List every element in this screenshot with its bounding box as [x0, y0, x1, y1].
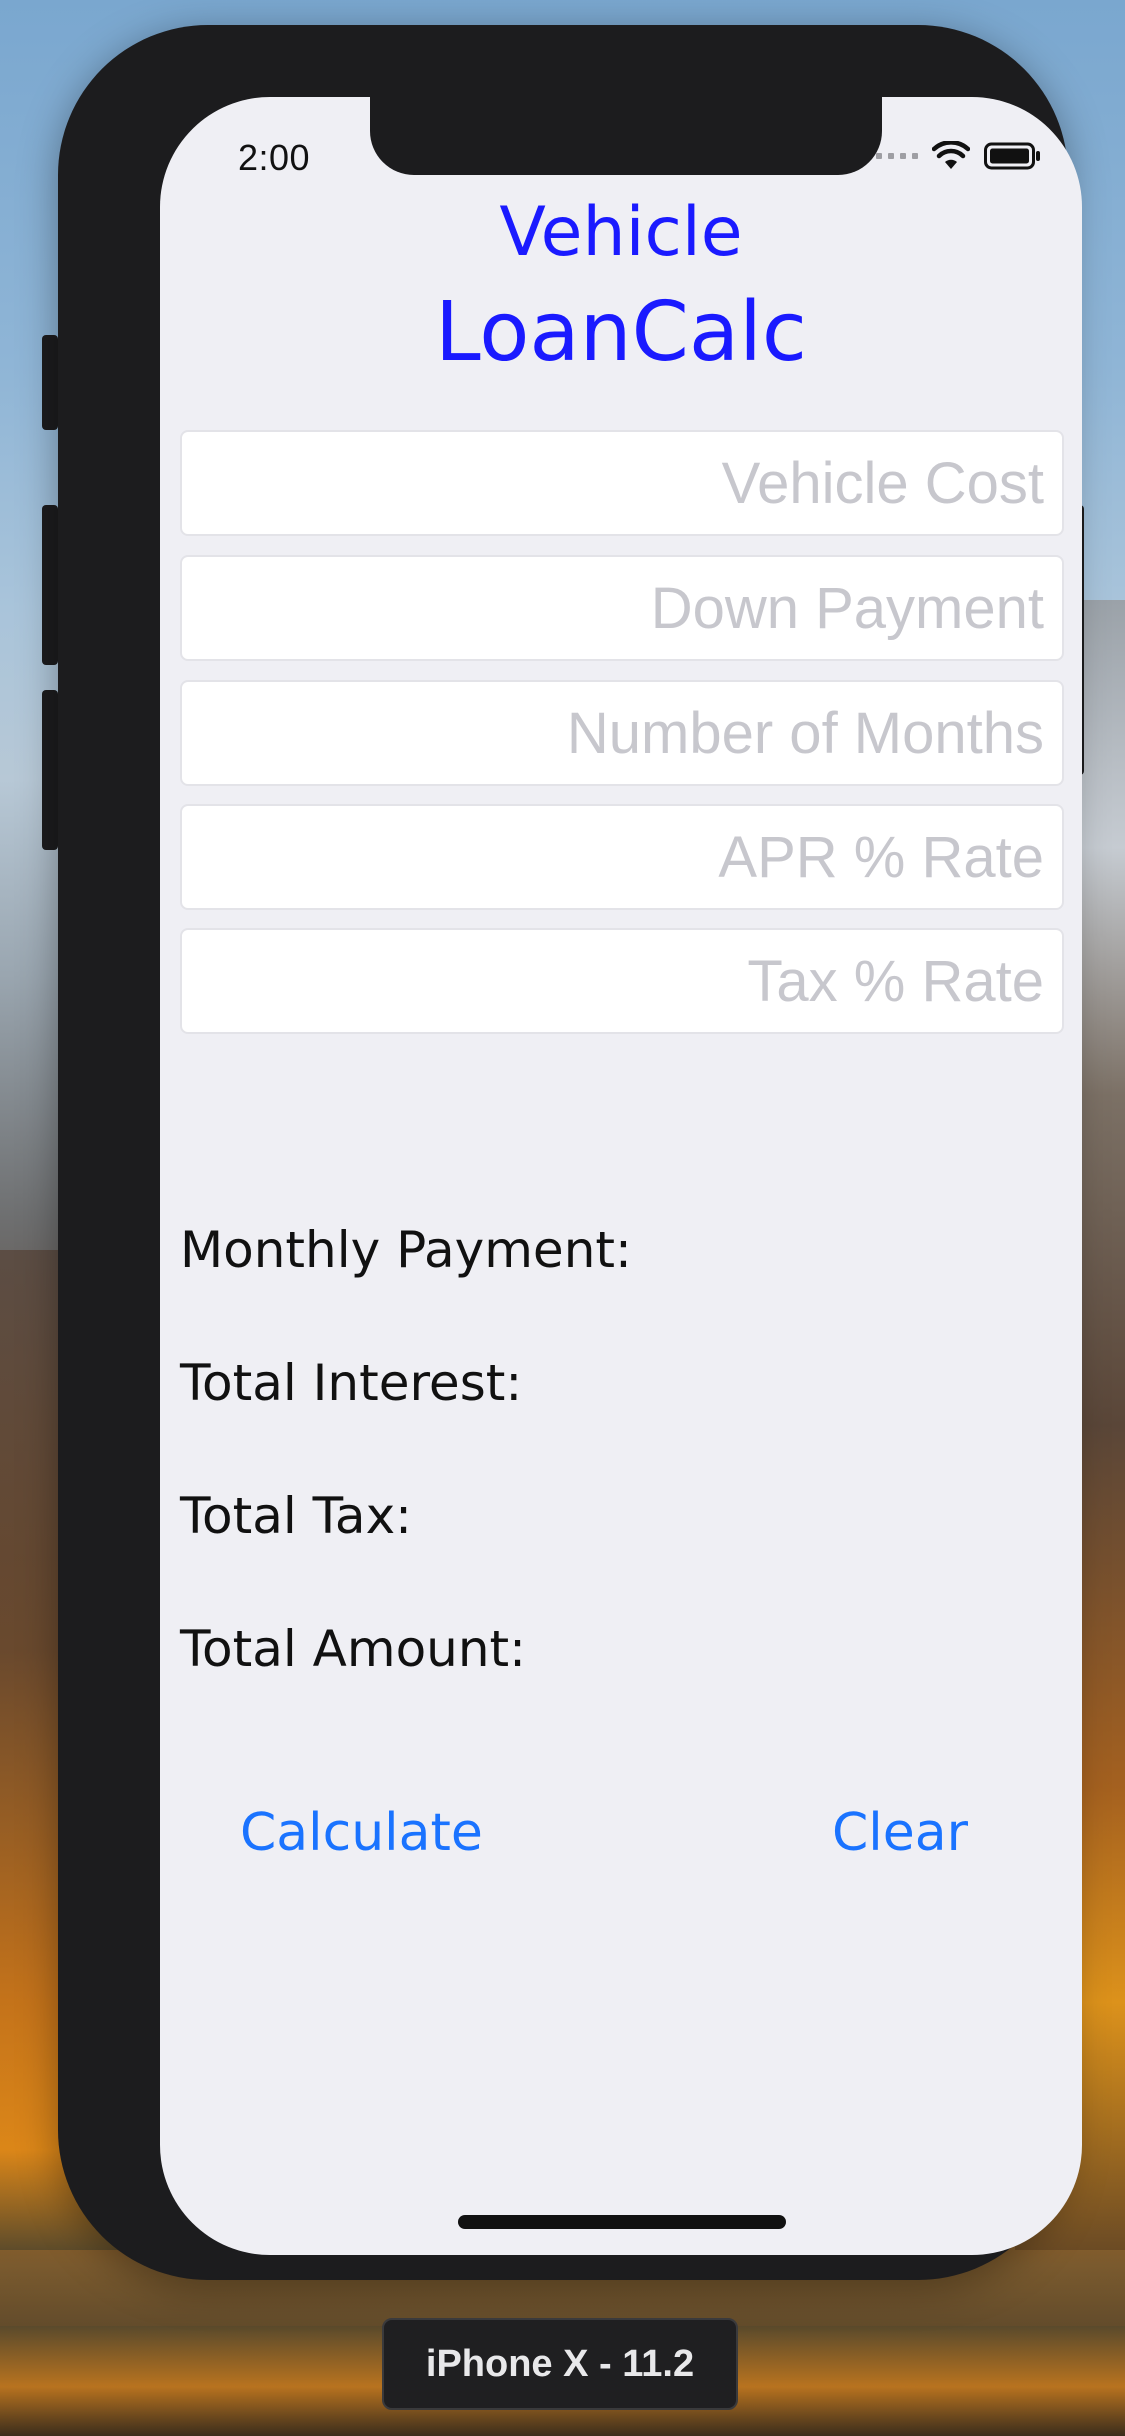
volume-down-button[interactable] — [42, 690, 58, 850]
app-title-line1: Vehicle — [499, 193, 743, 272]
app-screen: 2:00 Vehicle LoanCalc Vehicle Cost Down … — [160, 97, 1082, 2255]
total-tax-label: Total Tax: — [180, 1487, 413, 1545]
home-indicator[interactable] — [458, 2215, 786, 2229]
apr-rate-input[interactable] — [180, 804, 1064, 910]
simulator-device-label: iPhone X - 11.2 — [382, 2318, 738, 2410]
status-time: 2:00 — [238, 137, 311, 178]
volume-up-button[interactable] — [42, 505, 58, 665]
mute-switch[interactable] — [42, 335, 58, 430]
total-amount-label: Total Amount: — [180, 1620, 526, 1678]
battery-icon — [984, 142, 1040, 170]
tax-rate-input[interactable] — [180, 928, 1064, 1034]
status-icons — [876, 141, 1042, 171]
monthly-payment-label: Monthly Payment: — [180, 1221, 632, 1279]
desktop-background: 2:00 Vehicle LoanCalc Vehicle Cost Down … — [0, 0, 1125, 2436]
iphone-frame: 2:00 Vehicle LoanCalc Vehicle Cost Down … — [58, 25, 1082, 2280]
number-of-months-input[interactable] — [180, 680, 1064, 786]
calculate-button[interactable]: Calculate — [240, 1803, 483, 1863]
vehicle-cost-input[interactable] — [180, 430, 1064, 536]
down-payment-input[interactable] — [180, 555, 1064, 661]
signal-icon — [876, 153, 918, 159]
total-interest-label: Total Interest: — [180, 1354, 523, 1412]
notch — [370, 97, 882, 175]
app-title-line2: LoanCalc — [434, 285, 807, 380]
clear-button[interactable]: Clear — [832, 1803, 968, 1863]
wifi-icon — [932, 141, 970, 169]
